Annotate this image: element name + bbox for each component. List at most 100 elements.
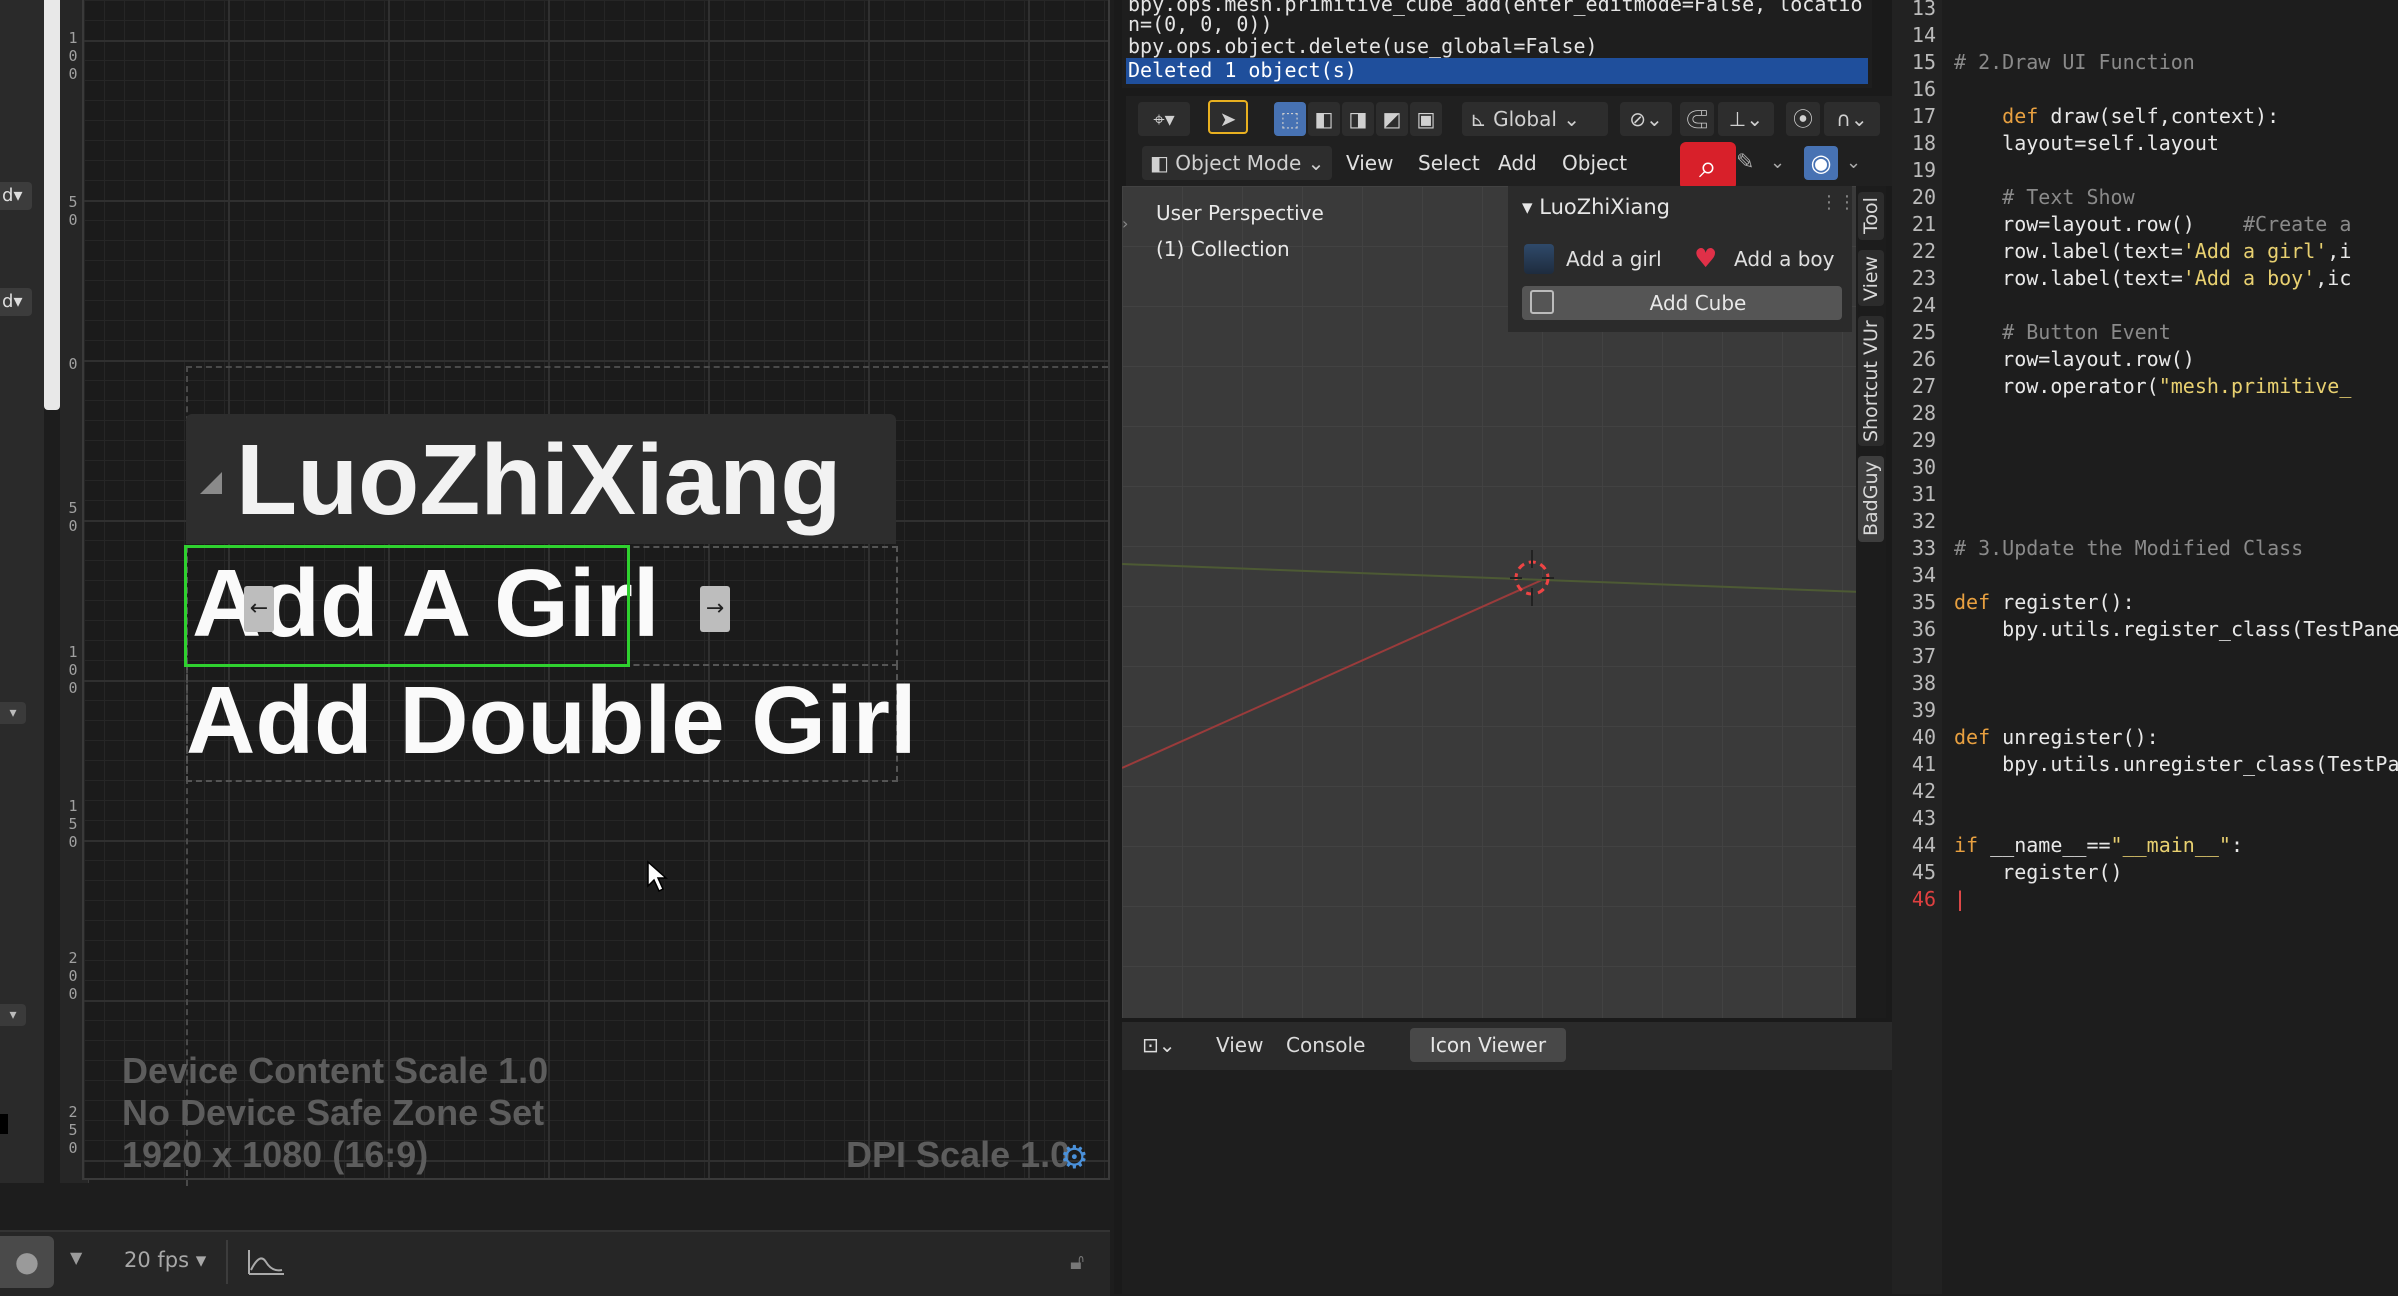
fps-label: 20 fps [124,1248,190,1272]
chevron-down-icon[interactable]: ⌄ [1770,148,1785,178]
left-expand-button-1[interactable]: ▾ [0,702,26,724]
console-editor-type-dropdown[interactable]: ⊡⌄ [1142,1030,1176,1060]
ruler-label: 5 [68,815,78,833]
mode-dropdown[interactable]: ◧ Object Mode ⌄ [1142,146,1332,180]
log-line: bpy.ops.object.delete(use_global=False) [1128,34,1598,58]
ruler-label: 0 [68,985,78,1003]
fps-dropdown[interactable]: 20 fps ▾ [124,1244,206,1276]
snap-dropdown[interactable]: ⊥⌄ [1718,102,1774,136]
gear-icon[interactable]: ⚙ [1060,1140,1094,1174]
sidebar-tabs [1856,186,1886,1018]
resize-handle-left[interactable]: ← [244,586,274,632]
falloff-dropdown[interactable]: ∩⌄ [1824,102,1880,136]
chevron-right-icon[interactable]: › [1122,214,1128,233]
code-keyword: def [1954,725,1991,749]
code-string: 'Add a girl' [2182,239,2328,263]
python-console[interactable] [1122,1070,1892,1294]
ruler-label: 0 [68,833,78,851]
select-box-mode-intersect[interactable]: ▣ [1410,102,1442,136]
code-text: register(): [1990,590,2135,614]
console-menu-console[interactable]: Console [1286,1030,1365,1060]
ruler-label: 5 [68,1121,78,1139]
line-number: 26 [1911,347,1936,371]
chevron-down-icon[interactable]: ▼ [70,1248,82,1267]
line-number: 35 [1911,590,1936,614]
arrow-left-icon: ← [249,596,269,621]
gizmo-dropdown[interactable]: ⌖▾ [1138,102,1190,136]
left-dropdown-2[interactable]: d▾ [0,288,32,316]
log-line: n=(0, 0, 0)) [1128,12,1273,36]
menu-object[interactable]: Object [1562,148,1627,178]
search-icon[interactable]: ⌕ [1680,142,1736,190]
ruler-label: 1 [68,797,78,815]
avatar[interactable]: ● [0,1236,54,1288]
pivot-dropdown[interactable]: ⊘⌄ [1620,102,1672,136]
ruler-label: 0 [68,47,78,65]
ruler-label: 0 [68,65,78,83]
3d-cursor-icon[interactable] [1510,550,1554,606]
orientation-label: Global [1493,107,1557,131]
line-number: 31 [1911,482,1936,506]
select-box-mode-invert[interactable]: ◩ [1376,102,1408,136]
overlay-toggle-icon[interactable]: ◉ [1804,146,1838,180]
code-comment: #Create a [2194,212,2352,236]
code-line: # Button Event [1954,320,2171,344]
tab-badguy[interactable]: BadGuy [1858,456,1884,542]
line-number: 30 [1911,455,1936,479]
snap-toggle[interactable]: 🧲︎ [1680,102,1714,136]
line-number: 40 [1911,725,1936,749]
resize-handle-right[interactable]: → [700,586,730,632]
add-cube-label: Add Cube [1649,291,1747,315]
select-box-mode-new[interactable]: ⬚ [1274,102,1306,136]
ruler-label: 2 [68,1103,78,1121]
ruler-label: 2 [68,949,78,967]
menu-select[interactable]: Select [1418,148,1480,178]
collapse-triangle-icon[interactable] [200,472,222,494]
panel-title: LuoZhiXiang [1539,195,1670,219]
code-string: "mesh.primitive_ [2158,374,2352,398]
line-number: 24 [1911,293,1936,317]
code-line: # 3.Update the Modified Class [1954,536,2304,560]
proportional-toggle[interactable]: ⦿ [1786,102,1820,136]
line-number: 13 [1911,0,1936,20]
line-number: 34 [1911,563,1936,587]
line-number: 16 [1911,77,1936,101]
code-text: draw(self,context): [2038,104,2280,128]
panel-header[interactable]: ▾ LuoZhiXiang [1522,192,1670,222]
tab-shortcut-vur[interactable]: Shortcut VUr [1858,316,1884,446]
chevron-down-icon: ⌄ [1307,151,1325,175]
code-line: row.label(text='Add a boy',ic [1954,265,2351,292]
chevron-down-icon[interactable]: ⌄ [1846,148,1861,178]
content-scale-label: Device Content Scale 1.0 [122,1050,549,1091]
left-panel-strip: d▾ d▾ ▾ ▾ [0,0,44,1183]
code-line: row=layout.row() #Create a [1954,211,2351,238]
line-number: 28 [1911,401,1936,425]
drag-handle-icon[interactable]: ⋮⋮ [1820,192,1856,213]
orientation-dropdown[interactable]: ⊾ Global ⌄ [1462,102,1608,136]
lock-icon[interactable]: 🔓︎ [1070,1250,1084,1275]
select-tool-button[interactable]: ➤ [1208,100,1248,134]
select-box-mode-extend[interactable]: ◧ [1308,102,1340,136]
menu-add[interactable]: Add [1498,148,1537,178]
tab-view[interactable]: View [1858,250,1884,306]
code-text: : [2230,833,2244,857]
left-expand-button-2[interactable]: ▾ [0,1004,26,1026]
log-line-selected[interactable]: Deleted 1 object(s) [1126,58,1868,84]
left-scrollbar[interactable] [44,0,60,410]
line-number: 14 [1911,23,1936,47]
console-menu-view[interactable]: View [1216,1030,1263,1060]
line-number: 27 [1911,374,1936,398]
left-dropdown-1[interactable]: d▾ [0,182,32,210]
line-number: 15 [1911,50,1936,74]
select-box-mode-subtract[interactable]: ◨ [1342,102,1374,136]
collapse-triangle-icon: ▾ [1522,195,1533,219]
pen-icon[interactable]: ✎ [1736,148,1764,178]
code-string: "__main__" [2110,833,2231,857]
tab-tool[interactable]: Tool [1858,192,1884,240]
icon-viewer-button[interactable]: Icon Viewer [1410,1028,1566,1062]
add-double-girl-button[interactable]: Add Double Girl [186,660,917,782]
line-number: 33 [1911,536,1936,560]
menu-view[interactable]: View [1346,148,1393,178]
line-number: 17 [1911,104,1936,128]
curve-icon[interactable] [246,1246,286,1278]
